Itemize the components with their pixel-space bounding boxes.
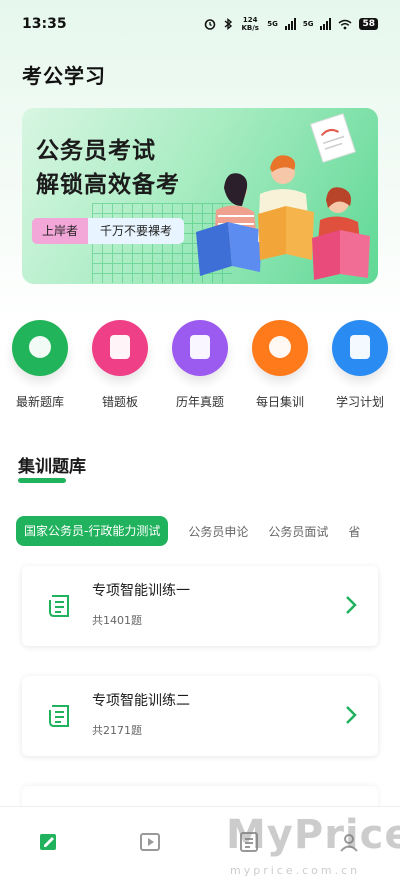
quick-label: 学习计划 bbox=[335, 395, 384, 409]
bookmark-icon bbox=[332, 320, 388, 376]
alarm-icon bbox=[204, 19, 216, 30]
watermark-logo: MyPrice bbox=[226, 812, 400, 858]
scroll-document-icon bbox=[49, 595, 69, 617]
video-icon bbox=[92, 320, 148, 376]
quick-actions: 最新题库 错题板 历年真题 每日集训 学习计划 bbox=[0, 320, 400, 420]
watermark-url: myprice.com.cn bbox=[230, 864, 361, 877]
network-type-2: 5G bbox=[302, 20, 314, 28]
promo-banner[interactable]: 公务员考试 解锁高效备考 上岸者 千万不要裸考 bbox=[22, 108, 378, 284]
quick-item-past-papers[interactable]: 历年真题 bbox=[160, 320, 240, 410]
network-type-1: 5G bbox=[267, 20, 278, 28]
battery-indicator: 58 bbox=[359, 18, 378, 30]
training-card[interactable]: 专项智能训练二 共2171题 bbox=[22, 676, 378, 756]
wifi-icon bbox=[338, 19, 352, 29]
quick-label: 历年真题 bbox=[175, 395, 224, 409]
edit-icon[interactable] bbox=[38, 831, 60, 853]
scroll-document-icon bbox=[49, 705, 69, 727]
tab-interview[interactable]: 公务员面试 bbox=[268, 523, 328, 540]
status-bar: 13:35 124 KB/s 5G 5G 58 bbox=[0, 0, 400, 48]
card-question-count: 共1401题 bbox=[92, 614, 142, 627]
net-speed: 124 KB/s bbox=[241, 16, 259, 32]
status-icons: 124 KB/s 5G 5G 58 bbox=[204, 16, 378, 32]
signal-icon bbox=[284, 18, 296, 30]
card-title: 专项智能训练二 bbox=[92, 693, 190, 709]
chat-icon bbox=[12, 320, 68, 376]
play-icon[interactable] bbox=[139, 831, 161, 853]
tab-essay[interactable]: 公务员申论 bbox=[188, 523, 248, 540]
document-icon bbox=[172, 320, 228, 376]
quick-item-study-plan[interactable]: 学习计划 bbox=[320, 320, 400, 410]
tab-civil-aptitude[interactable]: 国家公务员-行政能力测试 bbox=[16, 516, 169, 546]
banner-tag: 上岸者 千万不要裸考 bbox=[32, 218, 185, 244]
card-title: 专项智能训练一 bbox=[92, 583, 190, 599]
banner-line-2: 解锁高效备考 bbox=[36, 172, 180, 198]
message-icon bbox=[252, 320, 308, 376]
banner-tag-left: 上岸者 bbox=[32, 218, 89, 244]
category-tabs: 国家公务员-行政能力测试 公务员申论 公务员面试 省 bbox=[16, 516, 400, 546]
section-title: 集训题库 bbox=[18, 457, 86, 477]
status-time: 13:35 bbox=[22, 16, 67, 32]
signal-icon-2 bbox=[320, 18, 332, 30]
students-reading-illustration bbox=[196, 113, 370, 280]
training-card[interactable]: 专项智能训练一 共1401题 bbox=[22, 566, 378, 646]
banner-tag-right: 千万不要裸考 bbox=[88, 218, 185, 244]
tab-provincial[interactable]: 省 bbox=[348, 523, 360, 540]
app-title: 考公学习 bbox=[22, 64, 106, 88]
chevron-right-icon bbox=[346, 706, 357, 724]
quick-label: 错题板 bbox=[101, 395, 138, 409]
quick-item-mistakes[interactable]: 错题板 bbox=[80, 320, 160, 410]
quick-item-latest-bank[interactable]: 最新题库 bbox=[0, 320, 80, 410]
quick-item-daily-training[interactable]: 每日集训 bbox=[240, 320, 320, 410]
banner-headline: 公务员考试 解锁高效备考 bbox=[36, 134, 180, 202]
chevron-right-icon bbox=[346, 596, 357, 614]
banner-line-1: 公务员考试 bbox=[36, 138, 156, 164]
quick-label: 最新题库 bbox=[15, 395, 64, 409]
quick-label: 每日集训 bbox=[255, 395, 304, 409]
card-question-count: 共2171题 bbox=[92, 724, 142, 737]
section-underline bbox=[18, 478, 66, 483]
bluetooth-icon bbox=[224, 18, 233, 30]
